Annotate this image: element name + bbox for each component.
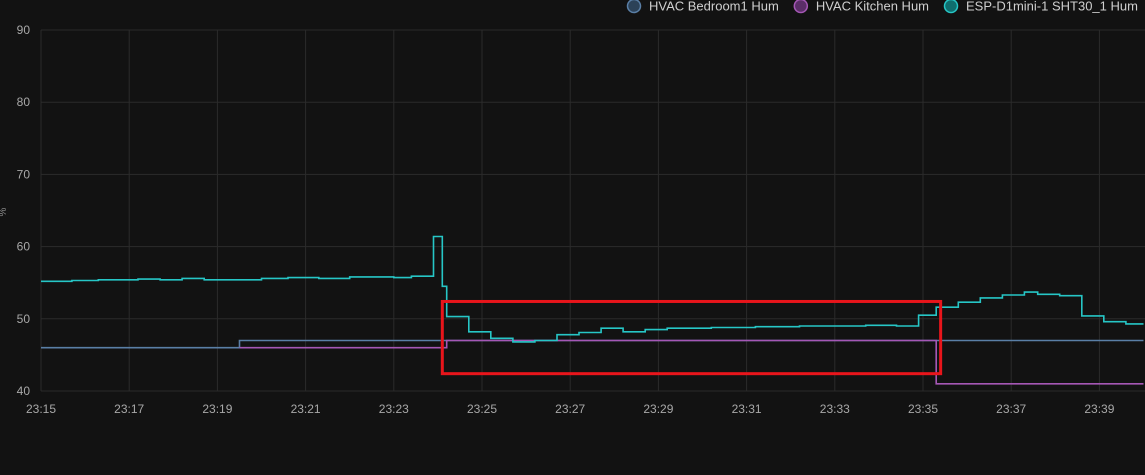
axis-layer: 40 50 60 70 80 90 23:15 23:17 23:19 23:21 23:23 23:…	[0, 23, 1115, 416]
y-tick-label: 80	[17, 95, 31, 109]
x-tick-label: 23:35	[908, 402, 938, 416]
legend-marker-3[interactable]	[943, 0, 959, 14]
y-axis-label: %	[0, 207, 9, 216]
grid-layer	[40, 29, 1145, 392]
x-tick-label: 23:39	[1084, 402, 1114, 416]
x-tick-label: 23:15	[26, 402, 56, 416]
y-tick-label: 90	[17, 23, 31, 37]
x-tick-label: 23:27	[555, 402, 585, 416]
legend-marker-1[interactable]	[626, 0, 642, 14]
series-line-1	[41, 339, 1144, 349]
y-tick-label: 50	[17, 312, 31, 326]
legend: HVAC Bedroom1 Hum HVAC Kitchen Hum ESP-D1m…	[626, 0, 1138, 14]
x-tick-label: 23:25	[467, 402, 497, 416]
x-tick-label: 23:31	[732, 402, 762, 416]
highlight-box	[440, 299, 943, 376]
y-tick-label: 60	[17, 240, 31, 254]
chart-svg: 40 50 60 70 80 90 23:15 23:17 23:19 23:21 23:23 23:…	[0, 0, 1145, 416]
x-tick-label: 23:21	[291, 402, 321, 416]
annotation-layer	[440, 299, 943, 376]
x-tick-label: 23:23	[379, 402, 409, 416]
y-tick-label: 70	[17, 167, 31, 181]
x-tick-label: 23:19	[202, 402, 232, 416]
series-line-2	[239, 339, 1144, 385]
humidity-chart: 40 50 60 70 80 90 23:15 23:17 23:19 23:21 23:23 23:…	[0, 0, 1145, 470]
series-line-3	[41, 235, 1144, 343]
y-tick-label: 40	[17, 384, 31, 398]
x-tick-label: 23:29	[643, 402, 673, 416]
legend-label-3[interactable]: ESP-D1mini-1 SHT30_1 Hum	[966, 0, 1138, 14]
legend-marker-2[interactable]	[793, 0, 809, 14]
x-tick-label: 23:37	[996, 402, 1026, 416]
x-tick-label: 23:17	[114, 402, 144, 416]
legend-label-2[interactable]: HVAC Kitchen Hum	[816, 0, 929, 14]
series-layer	[41, 235, 1144, 385]
x-tick-label: 23:33	[820, 402, 850, 416]
legend-label-1[interactable]: HVAC Bedroom1 Hum	[649, 0, 779, 14]
